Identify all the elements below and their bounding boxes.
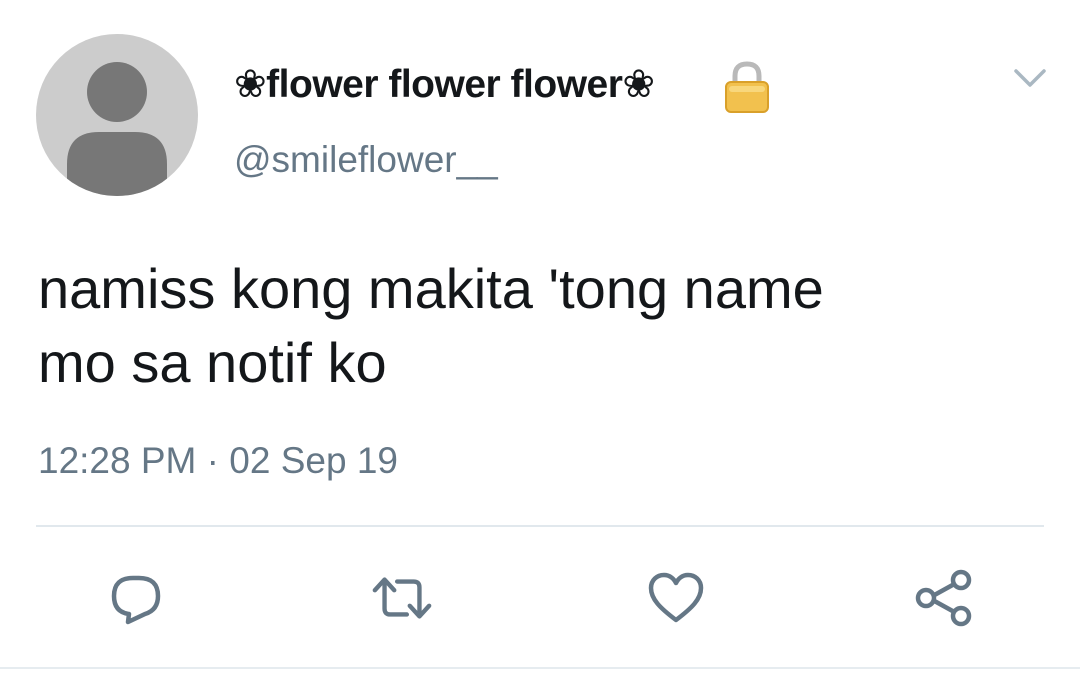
tweet-text: namiss kong makita 'tong name mo sa notif… (38, 252, 1038, 400)
user-handle[interactable]: @smileflower__ (234, 139, 498, 181)
heart-icon (648, 572, 704, 623)
reply-button[interactable] (104, 568, 168, 628)
bottom-divider (0, 667, 1080, 669)
timestamp-separator: · (196, 440, 230, 481)
retweet-button[interactable] (370, 568, 434, 628)
lock-icon (722, 60, 772, 114)
tweet-text-line-1: namiss kong makita 'tong name (38, 257, 824, 320)
default-profile-icon (67, 62, 167, 196)
tweet-date: 02 Sep 19 (229, 440, 398, 481)
retweet-icon (372, 577, 432, 619)
tweet-card: ❀flower flower flower❀ @smileflower__ na… (0, 0, 1080, 688)
avatar[interactable] (36, 34, 198, 196)
reply-icon (111, 575, 161, 625)
tweet-time: 12:28 PM (38, 440, 197, 481)
like-button[interactable] (644, 568, 708, 628)
share-icon (915, 569, 972, 627)
timestamp[interactable]: 12:28 PM · 02 Sep 19 (38, 440, 398, 482)
display-name[interactable]: ❀flower flower flower❀ (234, 62, 655, 107)
divider (36, 525, 1044, 527)
chevron-down-icon[interactable] (1010, 60, 1050, 96)
tweet-text-line-2: mo sa notif ko (38, 331, 387, 394)
share-button[interactable] (912, 568, 976, 628)
